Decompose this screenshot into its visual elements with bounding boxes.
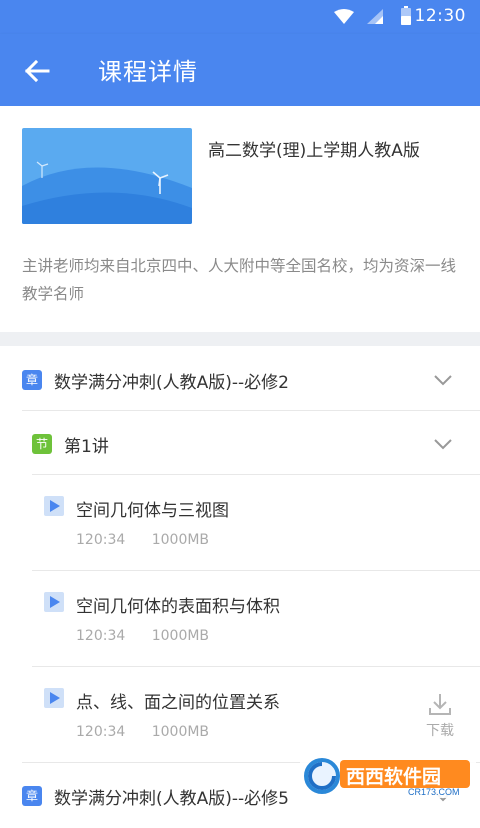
play-icon xyxy=(44,496,64,516)
course-description: 主讲老师均来自北京四中、人大附中等全国名校，均为资深一线教学名师 xyxy=(22,257,457,303)
play-icon xyxy=(44,592,64,612)
lesson-meta: 120:34 1000MB xyxy=(76,628,231,644)
battery-icon xyxy=(401,6,411,25)
course-title: 高二数学(理)上学期人教A版 xyxy=(208,141,420,161)
lesson-size: 1000MB xyxy=(151,628,210,644)
lesson-item[interactable]: 空间几何体与三视图 120:34 1000MB xyxy=(0,476,480,572)
download-label: 下载 xyxy=(426,723,454,739)
divider xyxy=(32,666,480,667)
section-row[interactable]: 节 第1讲 xyxy=(0,412,480,476)
course-thumbnail[interactable] xyxy=(22,128,192,224)
lesson-title: 空间几何体的表面积与体积 xyxy=(76,597,280,617)
section-label: 第1讲 xyxy=(64,437,109,457)
course-info: 高二数学(理)上学期人教A版 主讲老师均来自北京四中、人大附中等全国名校，均为资… xyxy=(0,106,480,332)
lesson-size: 1000MB xyxy=(151,532,210,548)
divider xyxy=(32,474,480,475)
lesson-title: 点、线、面之间的位置关系 xyxy=(76,693,280,713)
wifi-icon xyxy=(334,9,354,24)
download-button[interactable]: 下载 xyxy=(420,692,460,740)
chevron-down-icon[interactable] xyxy=(433,438,453,450)
app-bar: 课程详情 xyxy=(0,34,480,106)
lesson-duration: 120:34 xyxy=(76,532,126,548)
status-bar: 12:30 xyxy=(0,0,480,34)
chapter-badge: 章 xyxy=(22,786,42,806)
signal-icon xyxy=(367,9,383,24)
lesson-meta: 120:34 1000MB xyxy=(76,724,231,740)
watermark-url: CR173.COM xyxy=(408,787,460,797)
back-button[interactable] xyxy=(20,54,54,88)
chapter-badge: 章 xyxy=(22,370,42,390)
section-divider xyxy=(0,332,480,346)
divider xyxy=(22,410,480,411)
lesson-item[interactable]: 点、线、面之间的位置关系 120:34 1000MB 下载 xyxy=(0,668,480,764)
arrow-left-icon xyxy=(24,59,50,83)
divider xyxy=(32,570,480,571)
watermark-text: 西西软件园 xyxy=(346,766,442,788)
watermark-logo: 西西软件园 CR173.COM xyxy=(300,754,476,798)
lesson-item[interactable]: 空间几何体的表面积与体积 120:34 1000MB xyxy=(0,572,480,668)
section-badge: 节 xyxy=(32,434,52,454)
play-icon xyxy=(44,688,64,708)
lesson-meta: 120:34 1000MB xyxy=(76,532,231,548)
chapter-row[interactable]: 章 数学满分冲刺(人教A版)--必修2 xyxy=(0,348,480,412)
page-title: 课程详情 xyxy=(98,58,198,86)
lesson-duration: 120:34 xyxy=(76,724,126,740)
chevron-down-icon[interactable] xyxy=(433,374,453,386)
lesson-duration: 120:34 xyxy=(76,628,126,644)
lesson-title: 空间几何体与三视图 xyxy=(76,501,229,521)
status-time: 12:30 xyxy=(414,6,466,26)
chapter-label: 数学满分冲刺(人教A版)--必修2 xyxy=(54,373,289,393)
chapter-label: 数学满分冲刺(人教A版)--必修5 xyxy=(54,789,289,809)
lesson-size: 1000MB xyxy=(151,724,210,740)
download-icon xyxy=(429,694,451,715)
